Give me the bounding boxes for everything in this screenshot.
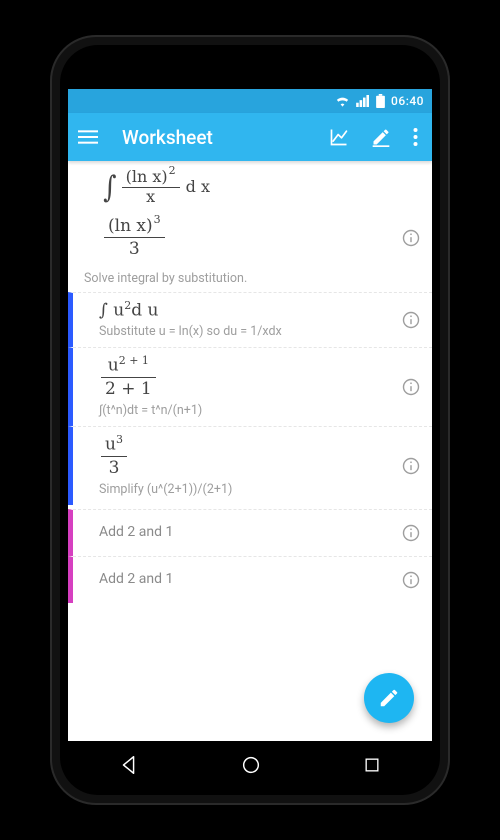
info-icon[interactable] [400,522,422,544]
input-num-base: (ln x) [126,167,168,186]
result-row[interactable]: (ln x)3 3 [68,210,432,267]
step-note: Solve integral by substitution. [68,267,432,292]
status-bar: 06:40 [68,89,432,113]
step-row[interactable]: ∫ u2d uSubstitute u = ln(x) so du = 1/xd… [68,292,432,348]
step-note: ∫(t^n)dt = t^n/(n+1) [89,401,392,420]
nav-recent-button[interactable] [362,755,382,775]
page-title: Worksheet [122,126,311,149]
step-math: u33 [89,431,392,480]
result-den: 3 [125,239,144,259]
input-expression[interactable]: ∫ (ln x)2 x d x [68,161,432,210]
input-den: x [142,189,159,206]
info-icon[interactable] [400,455,422,477]
step-note: Substitute u = ln(x) so du = 1/xdx [89,322,392,341]
phone-inner: 06:40 Worksheet [60,45,440,795]
info-icon[interactable] [400,227,422,249]
step-plain: Add 2 and 1 [89,514,392,550]
result-num-exp: 3 [154,213,161,226]
step-math: u2 + 12 + 1 [89,352,392,401]
battery-icon [376,94,385,108]
step-plain: Add 2 and 1 [89,561,392,597]
appbar-actions [329,127,422,147]
fab-edit-button[interactable] [364,673,414,723]
step-math: ∫ u2d u [89,297,392,323]
input-diff: d x [186,179,210,196]
step-row[interactable]: Add 2 and 1 [68,509,432,556]
app-bar: Worksheet [68,113,432,161]
wifi-icon [335,95,350,107]
info-icon[interactable] [400,569,422,591]
android-nav-bar [68,743,432,787]
overflow-menu-icon[interactable] [413,128,418,146]
step-row[interactable]: Add 2 and 1 [68,556,432,603]
edit-icon[interactable] [371,127,391,147]
signal-icon [356,95,370,107]
info-icon[interactable] [400,309,422,331]
menu-icon[interactable] [78,127,98,147]
phone-frame: 06:40 Worksheet [50,35,450,805]
result-num-base: (ln x) [108,216,153,236]
nav-back-button[interactable] [118,754,140,776]
step-row[interactable]: u33Simplify (u^(2+1))/(2+1) [68,426,432,505]
step-note: Simplify (u^(2+1))/(2+1) [89,480,392,499]
input-num-exp: 2 [169,164,176,177]
step-row[interactable]: u2 + 12 + 1∫(t^n)dt = t^n/(n+1) [68,347,432,426]
screen: 06:40 Worksheet [68,89,432,741]
graph-icon[interactable] [329,127,349,147]
worksheet-content[interactable]: ∫ (ln x)2 x d x [68,161,432,741]
info-icon[interactable] [400,376,422,398]
integral-symbol: ∫ [103,172,116,204]
nav-home-button[interactable] [240,754,262,776]
status-time: 06:40 [391,94,424,108]
